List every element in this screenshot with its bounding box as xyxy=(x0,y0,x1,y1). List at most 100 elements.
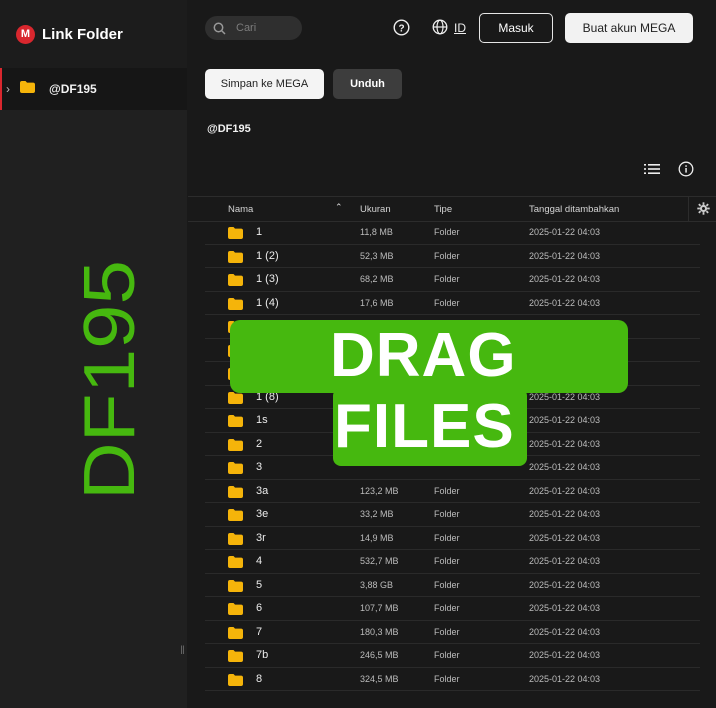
cell-date: 2025-01-22 04:03 xyxy=(529,556,601,566)
cell-type: Folder xyxy=(434,297,460,308)
cell-name: 5 xyxy=(256,578,263,591)
table-row[interactable]: 1 (4) 17,6 MB Folder 2025-01-22 04:03 xyxy=(205,292,700,315)
column-name[interactable]: Nama xyxy=(228,204,253,215)
sidebar-item-df195[interactable]: › @DF195 xyxy=(0,68,187,110)
folder-icon xyxy=(228,438,243,456)
cell-size: 532,7 MB xyxy=(360,556,399,566)
cell-size: 246,5 MB xyxy=(360,650,399,660)
search-placeholder: Cari xyxy=(236,22,257,34)
cell-name: 3a xyxy=(256,484,269,497)
svg-text:?: ? xyxy=(398,23,404,34)
cell-name: 1 (4) xyxy=(256,296,279,309)
cell-date: 2025-01-22 04:03 xyxy=(529,250,601,261)
cell-date: 2025-01-22 04:03 xyxy=(529,603,601,613)
cell-size: 17,6 MB xyxy=(360,297,394,308)
cell-type: Folder xyxy=(434,227,460,237)
chevron-right-icon[interactable]: › xyxy=(6,82,16,96)
table-row[interactable]: 1 (3) 68,2 MB Folder 2025-01-22 04:03 xyxy=(205,268,700,292)
cell-name: 1s xyxy=(256,414,268,426)
cell-date: 2025-01-22 04:03 xyxy=(529,485,601,496)
cell-date: 2025-01-22 04:03 xyxy=(529,532,601,543)
df195-watermark: DF195 xyxy=(70,260,150,500)
folder-icon xyxy=(228,649,243,667)
cell-name: 1 (3) xyxy=(256,273,279,285)
help-icon[interactable]: ? xyxy=(393,19,410,36)
banner-text-drag: DRAG xyxy=(330,321,517,390)
cell-type: Folder xyxy=(434,556,460,566)
list-view-icon[interactable] xyxy=(644,162,660,176)
banner-text-files: FILES xyxy=(334,392,515,461)
cell-name: 8 xyxy=(256,672,263,685)
cell-name: 7 xyxy=(256,625,263,638)
cell-type: Folder xyxy=(434,509,460,519)
table-row[interactable]: 7b 246,5 MB Folder 2025-01-22 04:03 xyxy=(205,644,700,668)
sidebar-item-label: @DF195 xyxy=(49,82,97,96)
column-date-added[interactable]: Tanggal ditambahkan xyxy=(529,204,619,215)
table-row[interactable]: 1 (2) 52,3 MB Folder 2025-01-22 04:03 xyxy=(205,245,700,268)
table-header: Nama ⌃ Ukuran Tipe Tanggal ditambahkan xyxy=(188,196,716,222)
cell-size: 123,2 MB xyxy=(360,485,399,496)
header-divider xyxy=(688,197,689,221)
folder-icon xyxy=(228,273,243,291)
cell-type: Folder xyxy=(434,274,460,284)
cell-size: 11,8 MB xyxy=(360,227,393,237)
folder-icon xyxy=(228,461,243,479)
cell-name: 3r xyxy=(256,531,266,544)
column-type[interactable]: Tipe xyxy=(434,204,452,215)
save-to-mega-button[interactable]: Simpan ke MEGA xyxy=(205,69,324,99)
cell-type: Folder xyxy=(434,603,460,613)
cell-date: 2025-01-22 04:03 xyxy=(529,438,601,449)
folder-icon xyxy=(228,485,243,503)
cell-name: 6 xyxy=(256,602,263,614)
search-icon xyxy=(213,22,226,35)
folder-icon xyxy=(228,532,243,550)
cell-type: Folder xyxy=(434,485,460,496)
cell-size: 324,5 MB xyxy=(360,673,399,684)
logo-bar: M Link Folder xyxy=(0,0,187,68)
cell-size: 180,3 MB xyxy=(360,626,399,637)
table-row[interactable]: 5 3,88 GB Folder 2025-01-22 04:03 xyxy=(205,574,700,597)
cell-name: 4 xyxy=(256,555,263,567)
cell-date: 2025-01-22 04:03 xyxy=(529,509,601,519)
folder-icon xyxy=(228,555,243,573)
cell-date: 2025-01-22 04:03 xyxy=(529,579,601,590)
cell-name: 2 xyxy=(256,437,263,450)
folder-icon xyxy=(228,297,243,315)
table-row[interactable]: 3r 14,9 MB Folder 2025-01-22 04:03 xyxy=(205,527,700,550)
cell-date: 2025-01-22 04:03 xyxy=(529,415,601,425)
folder-icon xyxy=(228,626,243,644)
create-account-button[interactable]: Buat akun MEGA xyxy=(565,13,693,43)
table-row[interactable]: 6 107,7 MB Folder 2025-01-22 04:03 xyxy=(205,597,700,621)
table-row[interactable]: 3e 33,2 MB Folder 2025-01-22 04:03 xyxy=(205,503,700,527)
cell-date: 2025-01-22 04:03 xyxy=(529,274,601,284)
column-size[interactable]: Ukuran xyxy=(360,204,391,215)
cell-date: 2025-01-22 04:03 xyxy=(529,650,601,660)
info-icon[interactable] xyxy=(678,161,694,177)
folder-icon xyxy=(228,673,243,691)
folder-icon xyxy=(228,414,243,432)
active-indicator xyxy=(0,68,2,110)
brand-title: Link Folder xyxy=(42,25,123,43)
cell-size: 3,88 GB xyxy=(360,579,394,590)
sort-ascending-icon[interactable]: ⌃ xyxy=(335,202,343,213)
cell-type: Folder xyxy=(434,626,460,637)
cell-name: 1 (2) xyxy=(256,249,279,262)
table-row[interactable]: 4 532,7 MB Folder 2025-01-22 04:03 xyxy=(205,550,700,574)
language-selector[interactable]: ID xyxy=(454,21,466,35)
cell-date: 2025-01-22 04:03 xyxy=(529,227,601,237)
cell-date: 2025-01-22 04:03 xyxy=(529,462,601,472)
login-button[interactable]: Masuk xyxy=(479,13,553,43)
search-input[interactable]: Cari xyxy=(205,16,302,40)
folder-title: @DF195 xyxy=(207,123,251,135)
download-button[interactable]: Unduh xyxy=(333,69,402,99)
resize-handle[interactable]: ‖ xyxy=(180,643,185,657)
table-row[interactable]: 8 324,5 MB Folder 2025-01-22 04:03 xyxy=(205,668,700,691)
globe-icon[interactable] xyxy=(432,19,448,35)
cell-name: 3 xyxy=(256,461,263,473)
table-row[interactable]: 7 180,3 MB Folder 2025-01-22 04:03 xyxy=(205,621,700,644)
table-row[interactable]: 3a 123,2 MB Folder 2025-01-22 04:03 xyxy=(205,480,700,503)
cell-type: Folder xyxy=(434,532,460,543)
gear-icon[interactable] xyxy=(697,202,710,215)
table-row[interactable]: 1 11,8 MB Folder 2025-01-22 04:03 xyxy=(205,221,700,245)
folder-icon xyxy=(228,391,243,409)
